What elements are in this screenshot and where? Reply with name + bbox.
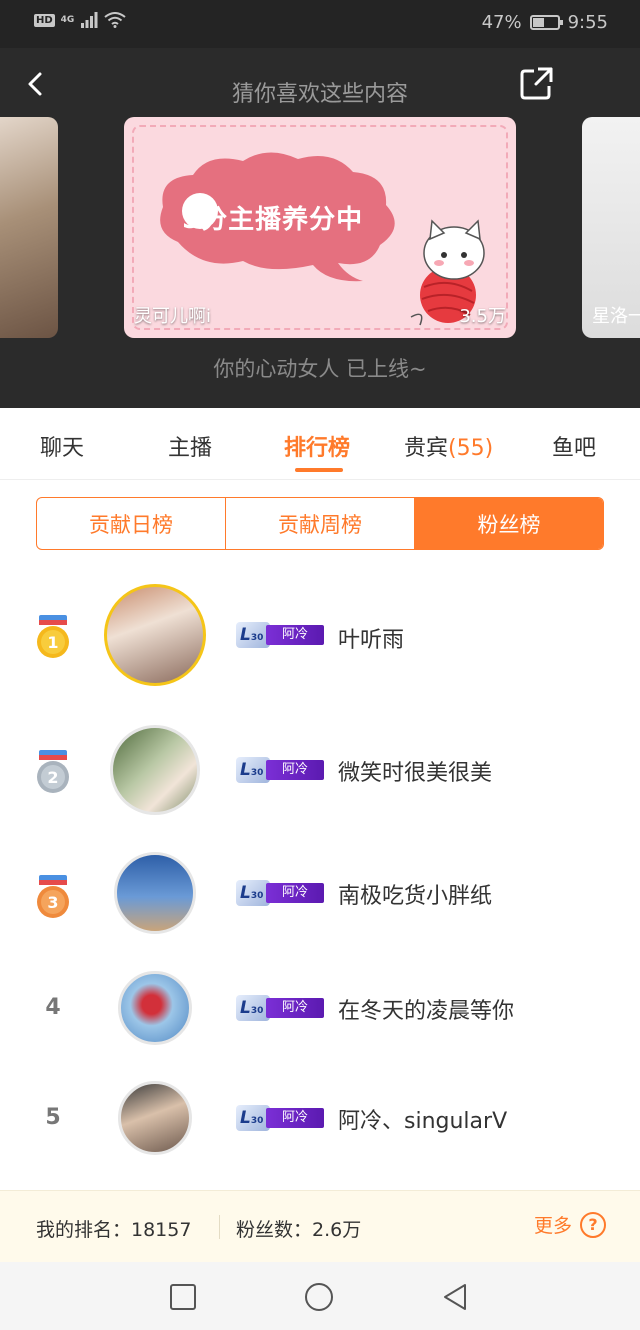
fan-count: 粉丝数：2.6万 (236, 1219, 362, 1241)
segment-fans[interactable]: 粉丝榜 (415, 498, 603, 549)
recommend-card-left[interactable] (0, 117, 58, 338)
recommend-header: 猜你喜欢这些内容 5分主播养分中 灵可儿啊i 3.5万 星洛一 你的心动女人 已… (0, 48, 640, 408)
battery-percent: 47% (481, 12, 522, 33)
status-bar: HD 4G 47% 9:55 (0, 0, 640, 48)
avatar[interactable] (118, 1081, 192, 1155)
segment-weekly-contribution[interactable]: 贡献周榜 (226, 498, 415, 549)
tab-ranking[interactable]: 排行榜 (284, 430, 350, 462)
tab-vip[interactable]: 贵宾(55) (404, 430, 493, 462)
level-prefix: L (240, 883, 251, 903)
ranking-row[interactable]: 4 L30 阿冷 在冬天的凌晨等你 (0, 953, 640, 1063)
avatar[interactable] (104, 584, 206, 686)
avatar[interactable] (114, 852, 196, 934)
medal-silver-icon: 2 (37, 750, 69, 793)
battery-fill (532, 18, 544, 27)
level-number: 30 (250, 768, 264, 778)
level-mark: L30 (236, 757, 270, 783)
medal-bronze-icon: 3 (37, 875, 69, 918)
level-mark: L30 (236, 622, 270, 648)
level-prefix: L (240, 760, 251, 780)
footer-divider (219, 1215, 220, 1239)
nav-home-icon[interactable] (304, 1282, 334, 1312)
hd-badge: HD (34, 13, 55, 27)
active-tab-indicator (295, 468, 343, 472)
user-name: 南极吃货小胖纸 (338, 884, 493, 909)
tab-anchor[interactable]: 主播 (168, 430, 212, 462)
level-badge: L30 阿冷 (236, 757, 324, 783)
share-icon[interactable] (518, 64, 556, 102)
help-icon[interactable]: ? (580, 1211, 606, 1238)
wifi-icon (104, 12, 126, 28)
level-prefix: L (240, 625, 251, 645)
fan-badge-name: 阿冷 (266, 998, 324, 1018)
avatar[interactable] (110, 725, 200, 815)
tab-chat[interactable]: 聊天 (40, 430, 84, 462)
recommend-card-right[interactable]: 星洛一 (582, 117, 640, 338)
card-popularity: 3.5万 (459, 306, 506, 327)
medal-number: 1 (47, 633, 58, 652)
rank-number: 5 (45, 1105, 61, 1130)
more-button[interactable]: 更多 ? (534, 1211, 606, 1238)
battery-icon (529, 15, 563, 30)
medal-gold-icon: 1 (37, 615, 69, 658)
signal-icon (81, 12, 98, 28)
header-subtitle: 你的心动女人 已上线~ (213, 357, 427, 381)
ranking-row[interactable]: 1 L30 阿冷 叶听雨 (0, 580, 640, 690)
network-label: 4G (60, 15, 75, 25)
rank-number: 4 (45, 995, 61, 1020)
status-left: HD 4G (34, 12, 126, 28)
level-mark: L30 (236, 1105, 270, 1131)
medal-number: 2 (47, 768, 58, 787)
fan-badge-name: 阿冷 (266, 1108, 324, 1128)
tab-fishbar[interactable]: 鱼吧 (552, 430, 596, 462)
user-name: 微笑时很美很美 (338, 761, 493, 786)
banner-text: 5分主播养分中 (182, 205, 364, 235)
fan-badge-name: 阿冷 (266, 760, 324, 780)
tab-vip-count: (55) (448, 436, 494, 461)
level-badge: L30 阿冷 (236, 995, 324, 1021)
tab-bar: 聊天 主播 排行榜 贵宾(55) 鱼吧 (0, 408, 640, 480)
level-number: 30 (250, 1116, 264, 1126)
nav-back-icon[interactable] (440, 1282, 470, 1312)
avatar[interactable] (118, 971, 192, 1045)
my-ranking-footer: 我的排名：18157 粉丝数：2.6万 更多 ? (0, 1190, 640, 1262)
more-label: 更多 (533, 1215, 572, 1237)
medal-number: 3 (47, 893, 58, 912)
user-name: 在冬天的凌晨等你 (338, 999, 515, 1024)
my-rank: 我的排名：18157 (36, 1219, 192, 1241)
fan-badge-name: 阿冷 (266, 883, 324, 903)
level-number: 30 (250, 1006, 264, 1016)
level-prefix: L (240, 1108, 251, 1128)
level-badge: L30 阿冷 (236, 1105, 324, 1131)
level-badge: L30 阿冷 (236, 622, 324, 648)
segment-daily-contribution[interactable]: 贡献日榜 (37, 498, 226, 549)
clock: 9:55 (567, 12, 608, 33)
ranking-row[interactable]: 3 L30 阿冷 南极吃货小胖纸 (0, 838, 640, 948)
ranking-segment: 贡献日榜 贡献周榜 粉丝榜 (36, 497, 604, 550)
card-anchor-name: 灵可儿啊i (134, 306, 212, 327)
tab-vip-label: 贵宾 (404, 436, 449, 461)
fan-badge-name: 阿冷 (266, 625, 324, 645)
ranking-row[interactable]: 2 L30 阿冷 微笑时很美很美 (0, 715, 640, 825)
level-number: 30 (250, 891, 264, 901)
level-badge: L30 阿冷 (236, 880, 324, 906)
card-right-caption: 星洛一 (592, 306, 640, 327)
system-nav-bar (0, 1262, 640, 1330)
level-number: 30 (250, 633, 264, 643)
level-mark: L30 (236, 995, 270, 1021)
ranking-row[interactable]: 5 L30 阿冷 阿冷、singularV (0, 1063, 640, 1173)
level-prefix: L (240, 998, 251, 1018)
recommend-card-main[interactable]: 5分主播养分中 灵可儿啊i 3.5万 (124, 117, 516, 338)
nav-recents-icon[interactable] (168, 1282, 198, 1312)
user-name: 叶听雨 (338, 628, 405, 653)
status-right: 47% 9:55 (482, 12, 608, 33)
level-mark: L30 (236, 880, 270, 906)
user-name: 阿冷、singularV (338, 1109, 508, 1134)
